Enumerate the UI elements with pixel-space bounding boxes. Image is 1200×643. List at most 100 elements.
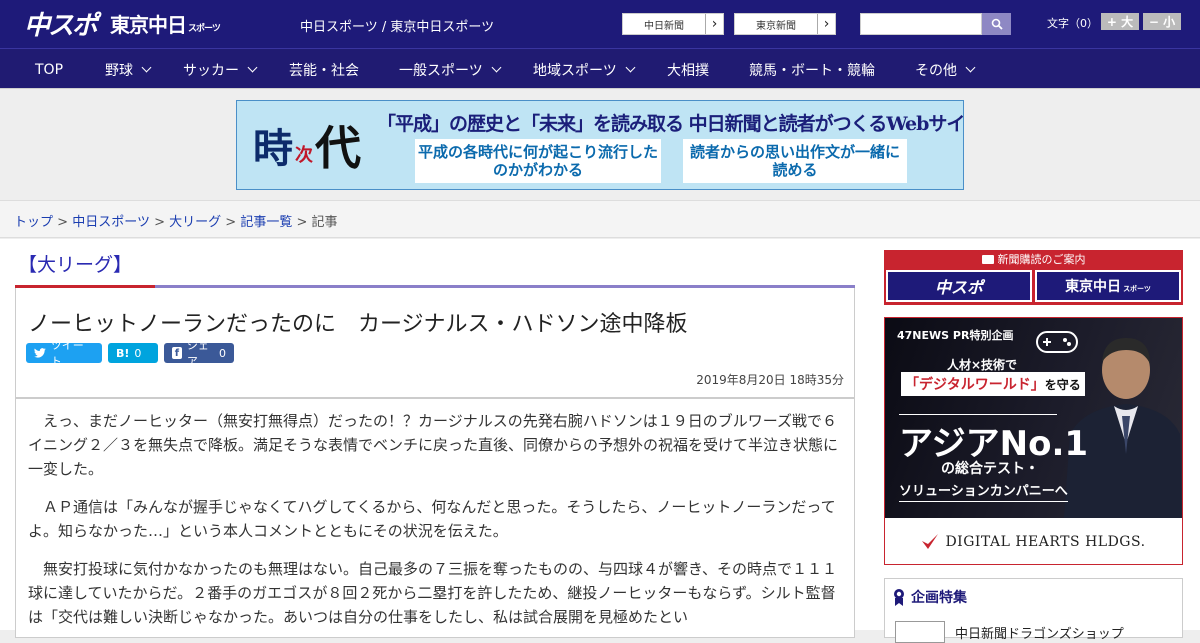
hatena-count: 0: [134, 346, 142, 360]
breadcrumb-link[interactable]: 中日スポーツ: [72, 215, 150, 230]
feature-section: 企画特集 中日新聞ドラゴンズショップ: [884, 578, 1183, 643]
chuspo-logo[interactable]: 中スポ: [24, 6, 98, 41]
jidai-kanji: 時: [253, 125, 293, 172]
nav-item-soccer[interactable]: サッカー: [183, 49, 258, 90]
facebook-label: シェア: [186, 339, 209, 368]
nav-label: 地域スポーツ: [533, 62, 617, 79]
font-smaller-button[interactable]: − 小: [1143, 13, 1181, 30]
ad-divider: [899, 414, 1057, 415]
nav-label: その他: [915, 62, 957, 79]
chuspo-subscribe-button[interactable]: 中スポ: [886, 270, 1032, 302]
nav-label: 野球: [105, 62, 133, 79]
article-header: ノーヒットノーランだったのに カージナルス・ハドソン途中降板 ツイート B! 0…: [15, 288, 855, 398]
main-nav: TOP 野球 サッカー 芸能・社会 一般スポーツ 地域スポーツ 大相撲 競馬・ボ…: [0, 48, 1200, 89]
feature-title: 企画特集: [911, 590, 967, 606]
hatena-icon: B!: [116, 346, 130, 360]
ad-tag: 47NEWS PR特別企画: [897, 329, 1014, 342]
article-paragraph: ＡＰ通信は「みんなが握手じゃなくてハグしてくるから、何なんだと思った。そうしたら…: [28, 498, 836, 540]
facebook-count: 0: [219, 346, 226, 360]
jidai-banner[interactable]: 時 次 代 「平成」の歴史と「未来」を読み取る 中日新聞と読者がつくるWebサイ…: [236, 100, 964, 190]
breadcrumb-link[interactable]: 大リーグ: [169, 215, 221, 230]
ribbon-icon: [894, 589, 904, 606]
breadcrumb-separator: >: [154, 215, 165, 230]
chevron-down-icon: [625, 62, 636, 73]
nav-label: TOP: [35, 61, 64, 78]
tweet-button[interactable]: ツイート: [26, 339, 102, 368]
category-title[interactable]: 【大リーグ】: [18, 250, 132, 277]
nav-item-racing[interactable]: 競馬・ボート・競輪: [749, 49, 875, 90]
chevron-down-icon: [491, 62, 502, 73]
ad-line-5: ソリューションカンパニーへ: [899, 480, 1068, 502]
font-size-label: 文字（0）: [1047, 17, 1098, 30]
nav-item-baseball[interactable]: 野球: [105, 49, 152, 90]
breadcrumb-separator: >: [296, 215, 308, 230]
jidai-kanji: 代: [315, 121, 361, 175]
breadcrumb-bar: トップ > 中日スポーツ > 大リーグ > 記事一覧 > 記事: [0, 200, 1200, 238]
search-input[interactable]: [860, 13, 982, 35]
search-icon: [991, 18, 1003, 30]
sidebar-ad[interactable]: 47NEWS PR特別企画 人材×技術で 「デジタルワールド」を守る アジアNo…: [884, 317, 1183, 565]
tokyo-chunichi-subscribe-label: 東京中日: [1065, 279, 1122, 295]
facebook-icon: f: [172, 347, 182, 359]
tokyo-chunichi-subscribe-sub: スポーツ: [1123, 285, 1151, 293]
tokyo-chunichi-logo-text: 東京中日: [110, 12, 187, 37]
breadcrumb-separator: >: [57, 215, 69, 230]
nav-label: 競馬・ボート・競輪: [749, 62, 875, 79]
article-paragraph: 無安打投球に気付かなかったのも無理はない。自己最多の７三振を奪ったものの、与四球…: [28, 560, 837, 626]
article-paragraph: えっ、まだノーヒッター（無安打無得点）だったの！？カージナルスの先発右腕ハドソン…: [28, 412, 839, 478]
tokyo-chunichi-logo[interactable]: 東京中日 スポーツ: [110, 6, 221, 40]
breadcrumb-current: 記事: [311, 215, 338, 230]
nav-item-local-sports[interactable]: 地域スポーツ: [533, 49, 636, 90]
breadcrumb-link[interactable]: トップ: [14, 215, 53, 230]
nav-item-general-sports[interactable]: 一般スポーツ: [399, 49, 502, 90]
chevron-down-icon: [247, 62, 258, 73]
chunichi-shimbun-label: 中日新聞: [644, 20, 684, 32]
facebook-share-button[interactable]: f シェア 0: [164, 339, 234, 368]
tokyo-chunichi-subscribe-button[interactable]: 東京中日 スポーツ: [1035, 270, 1181, 302]
ad-line-2: 「デジタルワールド」を守る: [901, 372, 1085, 396]
nav-item-top[interactable]: TOP: [35, 49, 63, 90]
nav-label: 大相撲: [667, 62, 709, 79]
site-link[interactable]: 中日スポーツ / 東京中日スポーツ: [300, 16, 494, 35]
tokyo-shimbun-label: 東京新聞: [756, 20, 796, 32]
article-title: ノーヒットノーランだったのに カージナルス・ハドソン途中降板: [28, 312, 688, 337]
ad-line-1: 人材×技術で: [947, 358, 1018, 372]
chevron-right-icon: ›: [705, 14, 723, 34]
breadcrumb-link[interactable]: 記事一覧: [240, 215, 292, 230]
feature-item[interactable]: 中日新聞ドラゴンズショップ: [895, 621, 1124, 643]
ad-line-2-suffix: を守る: [1044, 378, 1081, 392]
chevron-down-icon: [141, 62, 152, 73]
article-body: えっ、まだノーヒッター（無安打無得点）だったの！？カージナルスの先発右腕ハドソン…: [15, 398, 855, 638]
nav-item-sumo[interactable]: 大相撲: [667, 49, 709, 90]
banner-box-right: 読者からの思い出作文が一緒に読める: [683, 139, 907, 183]
checkmark-logo-icon: [922, 534, 939, 549]
chuspo-logo-text: 中スポ: [24, 10, 98, 41]
banner-headline: 「平成」の歴史と「未来」を読み取る 中日新聞と読者がつくるWebサイト: [377, 113, 964, 135]
tokyo-chunichi-logo-sub: スポーツ: [188, 24, 221, 34]
tweet-label: ツイート: [50, 339, 84, 368]
article-date: 2019年8月20日 18時35分: [696, 373, 844, 387]
chevron-down-icon: [965, 62, 976, 73]
banner-box-left: 平成の各時代に何が起こり流行したのかがわかる: [415, 139, 661, 183]
twitter-icon: [34, 348, 46, 358]
search-button[interactable]: [982, 13, 1011, 35]
ad-brand-name: DIGITAL HEARTS HLDGS.: [945, 534, 1146, 550]
ad-line-4: の総合テスト・: [941, 461, 1039, 477]
chunichi-shimbun-link[interactable]: 中日新聞 ›: [622, 13, 724, 35]
chevron-right-icon: ›: [817, 14, 835, 34]
font-larger-button[interactable]: + 大: [1101, 13, 1139, 30]
site-header: 中スポ 東京中日 スポーツ 中日スポーツ / 東京中日スポーツ 中日新聞 › 東京…: [0, 0, 1200, 48]
hatena-bookmark-button[interactable]: B! 0: [108, 343, 158, 363]
nav-item-entertainment[interactable]: 芸能・社会: [289, 49, 359, 90]
jidai-kanji: 次: [295, 145, 313, 166]
breadcrumb-separator: >: [225, 215, 237, 230]
ad-brand: DIGITAL HEARTS HLDGS.: [885, 520, 1182, 564]
subscription-promo-title: 新聞購読のご案内: [997, 253, 1086, 266]
feature-heading: 企画特集: [893, 587, 967, 607]
tokyo-shimbun-link[interactable]: 東京新聞 ›: [734, 13, 836, 35]
jidai-logo: 時 次 代: [237, 101, 377, 189]
feature-item-label: 中日新聞ドラゴンズショップ: [955, 626, 1124, 642]
nav-item-other[interactable]: その他: [915, 49, 976, 90]
breadcrumb: トップ > 中日スポーツ > 大リーグ > 記事一覧 > 記事: [14, 211, 338, 230]
feature-thumbnail: [895, 621, 945, 643]
